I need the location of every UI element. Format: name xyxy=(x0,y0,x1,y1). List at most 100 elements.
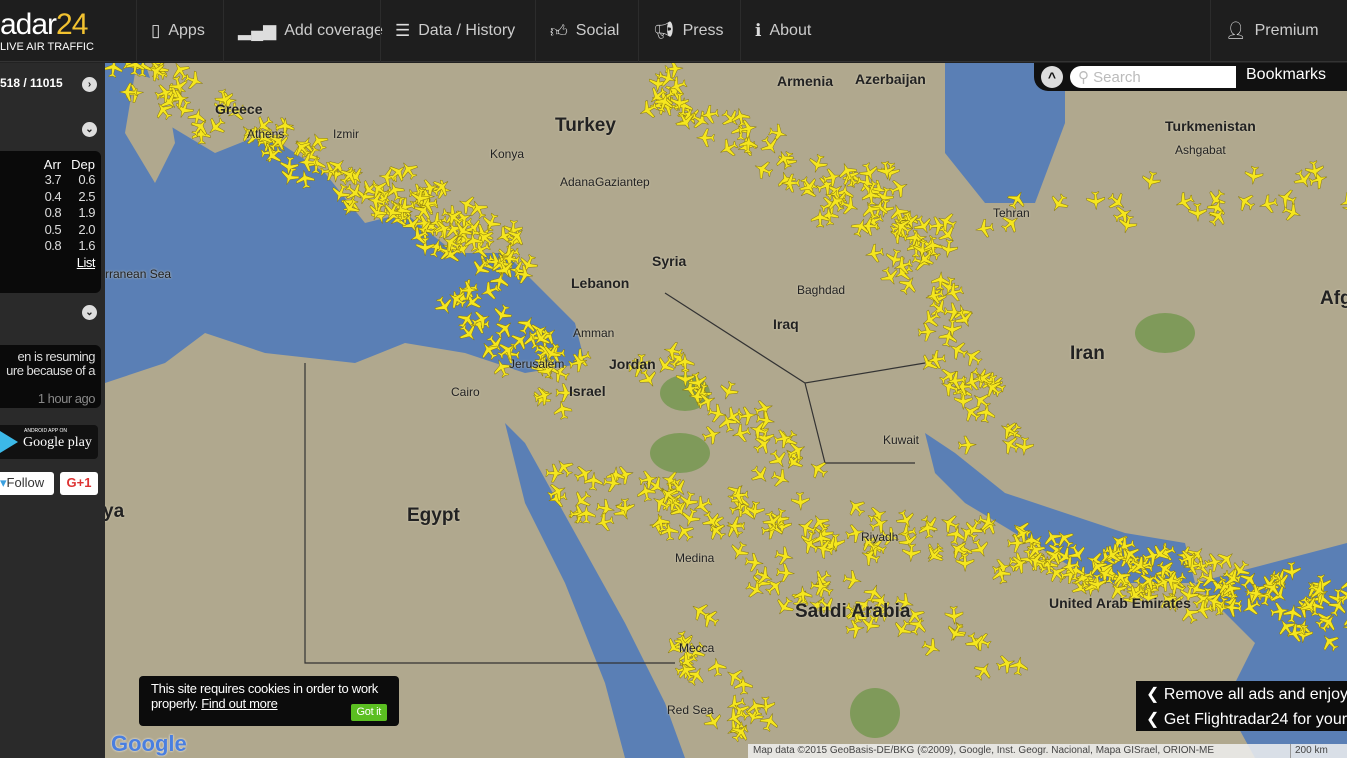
aircraft-icon[interactable] xyxy=(897,530,920,553)
aircraft-icon[interactable] xyxy=(796,178,821,203)
aircraft-icon[interactable] xyxy=(743,577,767,601)
aircraft-icon[interactable] xyxy=(532,384,555,407)
nav-data-history[interactable]: ☰ Data / History xyxy=(380,0,529,62)
aircraft-icon[interactable] xyxy=(775,169,798,192)
news-panel[interactable]: en is resuming ure because of a 1 hour a… xyxy=(0,345,101,408)
aircraft-icon[interactable] xyxy=(896,273,921,298)
find-out-more-link[interactable]: Find out more xyxy=(201,696,278,711)
aircraft-icon[interactable] xyxy=(1233,189,1258,214)
aircraft-icon[interactable] xyxy=(971,658,996,683)
search-input[interactable]: ⚲ Search xyxy=(1070,66,1236,88)
aircraft-icon[interactable] xyxy=(736,136,758,158)
aircraft-icon[interactable] xyxy=(730,422,752,444)
aircraft-icon[interactable] xyxy=(806,457,831,482)
aircraft-icon[interactable] xyxy=(1257,193,1279,215)
aircraft-icon[interactable] xyxy=(773,148,797,172)
aircraft-icon[interactable] xyxy=(593,511,615,533)
aircraft-icon[interactable] xyxy=(1173,190,1196,213)
remove-ads-promo[interactable]: ❮ Remove all ads and enjoy xyxy=(1136,681,1347,706)
map-label: Jordan xyxy=(609,356,656,372)
map[interactable]: Turkey Greece Athens Izmir Konya Adana Gaziant… xyxy=(105,63,1347,758)
aircraft-icon[interactable] xyxy=(569,487,594,512)
aircraft-icon[interactable] xyxy=(690,493,714,517)
airport-delays-panel: Arr Dep 3.7 0.6 0.4 2.5 0.8 1.9 0.5 2.0 0.8 1.… xyxy=(0,151,101,293)
twitter-follow-button[interactable]: ▾Follow xyxy=(0,472,54,495)
aircraft-icon[interactable] xyxy=(810,576,830,596)
chevron-right-icon[interactable]: › xyxy=(82,77,97,92)
aircraft-icon[interactable] xyxy=(696,128,715,148)
nav-apps[interactable]: ▯ Apps xyxy=(136,0,219,62)
table-row: 0.5 2.0 xyxy=(34,221,96,239)
aircraft-icon[interactable] xyxy=(1009,656,1030,677)
aircraft-icon[interactable] xyxy=(997,418,1022,443)
aircraft-icon[interactable] xyxy=(744,552,764,572)
aircraft-icon[interactable] xyxy=(843,494,868,519)
aircraft-icon[interactable] xyxy=(1337,190,1347,213)
aircraft-icon[interactable] xyxy=(552,399,573,420)
map-label: Konya xyxy=(490,147,525,161)
table-row: 0.8 1.6 xyxy=(34,238,96,255)
aircraft-icon[interactable] xyxy=(772,594,797,619)
aircraft-icon[interactable] xyxy=(767,123,789,145)
aircraft-icon[interactable] xyxy=(944,605,964,625)
google-plus-button[interactable]: G+1 xyxy=(60,472,98,495)
aircraft-icon[interactable] xyxy=(957,435,977,455)
bookmarks-button[interactable]: Bookmarks xyxy=(1246,66,1326,84)
aircraft-icon[interactable] xyxy=(751,158,775,182)
google-play-button[interactable]: ANDROID APP ON Google play xyxy=(0,425,98,459)
nav-premium[interactable]: 👤︎ Premium xyxy=(1210,0,1333,62)
aircraft-icon[interactable] xyxy=(790,491,810,511)
got-it-button[interactable]: Got it xyxy=(350,704,387,721)
cell: 0.5 xyxy=(44,221,62,237)
aircraft-icon[interactable] xyxy=(1086,191,1105,210)
aircraft-icon[interactable] xyxy=(1188,203,1207,222)
map-label: Lebanon xyxy=(571,275,630,291)
chevron-down-icon[interactable]: ⌄ xyxy=(82,122,97,137)
news-text: ure because of a xyxy=(6,363,95,378)
aircraft-icon[interactable] xyxy=(955,553,975,572)
get-app-promo[interactable]: ❮ Get Flightradar24 for your xyxy=(1136,706,1347,731)
chevron-down-icon[interactable]: ⌄ xyxy=(82,305,97,320)
aircraft-icon[interactable] xyxy=(707,657,727,677)
aircraft-icon[interactable] xyxy=(775,563,796,583)
aircraft-icon[interactable] xyxy=(968,536,992,560)
aircraft-icon[interactable] xyxy=(716,136,740,160)
aircraft-icon[interactable] xyxy=(807,153,830,176)
aircraft-icon[interactable] xyxy=(795,516,818,539)
aircraft-icon[interactable] xyxy=(864,243,885,264)
aircraft-icon[interactable] xyxy=(921,539,946,564)
aircraft-icon[interactable] xyxy=(611,499,635,523)
map-label: Cairo xyxy=(451,385,480,399)
aircraft-icon[interactable] xyxy=(747,462,772,487)
list-link[interactable]: List xyxy=(61,255,96,272)
aircraft-icon[interactable] xyxy=(595,498,616,519)
aircraft-icon[interactable] xyxy=(752,397,775,420)
nav-press[interactable]: 📢︎ Press xyxy=(638,0,738,62)
aircraft-icon[interactable] xyxy=(1047,191,1072,216)
aircraft-icon[interactable] xyxy=(769,467,793,491)
aircraft-icon[interactable] xyxy=(1104,189,1129,214)
aircraft-icon[interactable] xyxy=(717,379,740,402)
aircraft-icon[interactable] xyxy=(902,543,921,562)
map-label: Iran xyxy=(1070,343,1105,364)
aircraft-icon[interactable] xyxy=(1244,165,1264,185)
vegetation xyxy=(850,688,900,738)
aircraft-icon[interactable] xyxy=(1140,170,1162,192)
aircraft-icon[interactable] xyxy=(922,542,947,567)
aircraft-icon[interactable] xyxy=(946,338,970,362)
logo[interactable]: adar24 LIVE AIR TRAFFIC xyxy=(0,10,94,54)
column-header: Arr xyxy=(43,157,62,172)
aircraft-icon[interactable] xyxy=(938,239,959,259)
play-label: Google play xyxy=(23,435,92,450)
chevron-up-icon[interactable]: ^ xyxy=(1041,66,1063,88)
aircraft-icon[interactable] xyxy=(1015,436,1034,456)
cell: 0.8 xyxy=(44,238,62,253)
aircraft-icon[interactable] xyxy=(974,218,995,239)
nav-add-coverage[interactable]: ▂▄▆ Add coverage xyxy=(223,0,397,62)
nav-about[interactable]: ℹ About xyxy=(740,0,825,62)
aircraft-icon[interactable] xyxy=(920,636,943,659)
aircraft-icon[interactable] xyxy=(842,569,863,590)
nav-social[interactable]: 👍︎ Social xyxy=(535,0,633,62)
delays-header: ⌄ xyxy=(0,108,105,148)
nav-label: Press xyxy=(682,22,724,39)
